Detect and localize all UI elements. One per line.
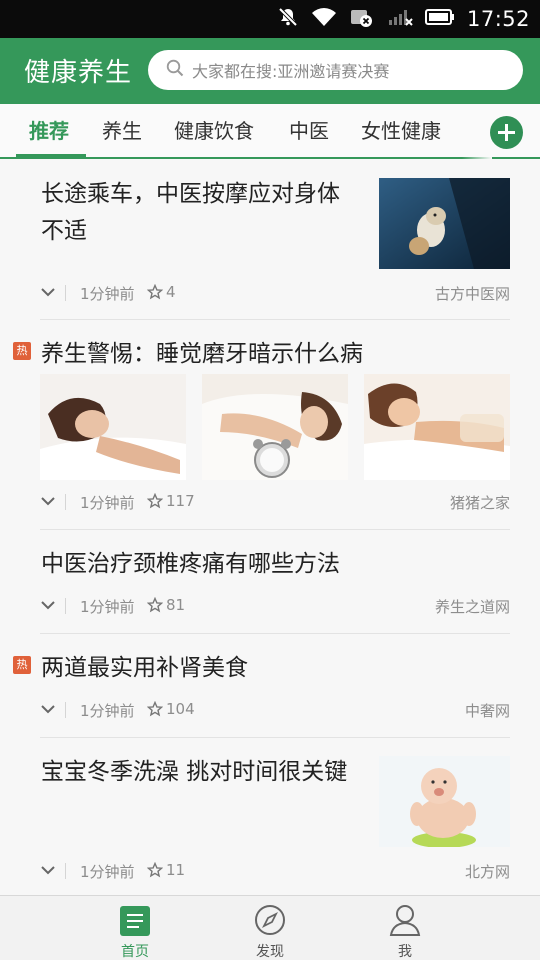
tab-health-care[interactable]: 养生 <box>102 104 142 159</box>
bottom-navigation: 首页 发现 我 <box>0 895 540 960</box>
nav-discover[interactable]: 发现 <box>225 896 315 960</box>
hot-badge: 热 <box>13 656 31 674</box>
publish-time: 1分钟前 <box>80 494 135 512</box>
article-title[interactable]: 养生警惕：睡觉磨牙暗示什么病 <box>41 336 501 373</box>
search-icon <box>166 59 184 81</box>
article-meta: 1分钟前 81 养生之道网 <box>40 595 510 619</box>
publish-time: 1分钟前 <box>80 285 135 303</box>
item-divider <box>40 633 510 634</box>
article-source[interactable]: 北方网 <box>465 861 510 882</box>
publish-time: 1分钟前 <box>80 702 135 720</box>
chevron-down-icon[interactable] <box>40 493 56 513</box>
star-count: 81 <box>166 596 186 614</box>
meta-divider <box>65 863 66 879</box>
search-placeholder: 大家都在搜:亚洲邀请赛决赛 <box>192 62 390 81</box>
article-thumbnail[interactable] <box>40 374 186 480</box>
article-meta: 1分钟前 11 北方网 <box>40 860 510 884</box>
star-count: 117 <box>166 492 195 510</box>
status-time: 17:52 <box>466 7 530 31</box>
nav-me-label: 我 <box>398 944 412 960</box>
app-screen: 17:52 健康养生 大家都在搜:亚洲邀请赛决赛 推荐 养生 健康饮食 中医 女… <box>0 0 540 960</box>
star-icon <box>146 700 164 721</box>
add-channel-button[interactable] <box>490 116 523 149</box>
nav-home[interactable]: 首页 <box>90 896 180 960</box>
category-tabs: 推荐 养生 健康饮食 中医 女性健康 <box>0 104 540 159</box>
article-source[interactable]: 中奢网 <box>465 700 510 721</box>
chevron-down-icon[interactable] <box>40 284 56 304</box>
article-title[interactable]: 两道最实用补肾美食 <box>41 650 501 687</box>
compass-icon <box>254 904 286 940</box>
home-list-icon <box>119 905 151 941</box>
meta-divider <box>65 494 66 510</box>
star-icon <box>146 596 164 617</box>
article-thumbnail[interactable] <box>202 374 348 480</box>
tab-healthy-diet[interactable]: 健康饮食 <box>174 104 254 159</box>
app-header: 健康养生 大家都在搜:亚洲邀请赛决赛 <box>0 38 540 104</box>
article-thumbnail[interactable] <box>379 178 510 269</box>
chevron-down-icon[interactable] <box>40 597 56 617</box>
article-title[interactable]: 宝宝冬季洗澡 挑对时间很关键 <box>41 754 361 791</box>
active-tab-indicator <box>16 154 86 157</box>
star-icon <box>146 492 164 513</box>
tab-recommend[interactable]: 推荐 <box>29 104 69 159</box>
battery-icon <box>424 7 455 31</box>
publish-time: 1分钟前 <box>80 598 135 616</box>
signal-icon <box>387 6 413 32</box>
meta-divider <box>65 285 66 301</box>
star-count: 104 <box>166 700 195 718</box>
app-title: 健康养生 <box>24 58 133 88</box>
mute-icon <box>277 6 299 32</box>
meta-divider <box>65 702 66 718</box>
tabs-overflow-fade <box>462 104 492 159</box>
article-meta: 1分钟前 4 古方中医网 <box>40 282 510 306</box>
chevron-down-icon[interactable] <box>40 862 56 882</box>
article-thumbnail[interactable] <box>379 756 510 847</box>
article-title[interactable]: 长途乘车，中医按摩应对身体不适 <box>41 176 361 250</box>
item-divider <box>40 737 510 738</box>
meta-divider <box>65 598 66 614</box>
star-icon <box>146 861 164 882</box>
nav-me[interactable]: 我 <box>360 896 450 960</box>
star-icon <box>146 283 164 304</box>
article-thumbnail[interactable] <box>364 374 510 480</box>
article-source[interactable]: 古方中医网 <box>435 283 510 304</box>
item-divider <box>40 529 510 530</box>
article-meta: 1分钟前 117 猪猪之家 <box>40 491 510 515</box>
nav-discover-label: 发现 <box>256 944 284 960</box>
star-count: 4 <box>166 283 176 301</box>
search-input[interactable]: 大家都在搜:亚洲邀请赛决赛 <box>148 50 523 90</box>
wifi-icon <box>311 6 337 32</box>
sim-icon <box>349 6 375 32</box>
user-icon <box>389 903 421 941</box>
article-meta: 1分钟前 104 中奢网 <box>40 699 510 723</box>
hot-badge: 热 <box>13 342 31 360</box>
item-divider <box>40 319 510 320</box>
tab-womens-health[interactable]: 女性健康 <box>361 104 441 159</box>
status-bar: 17:52 <box>0 0 540 38</box>
publish-time: 1分钟前 <box>80 863 135 881</box>
article-source[interactable]: 猪猪之家 <box>450 492 510 513</box>
nav-home-label: 首页 <box>121 944 149 960</box>
chevron-down-icon[interactable] <box>40 701 56 721</box>
star-count: 11 <box>166 861 186 879</box>
article-title[interactable]: 中医治疗颈椎疼痛有哪些方法 <box>41 546 501 583</box>
tab-chinese-medicine[interactable]: 中医 <box>289 104 329 159</box>
article-source[interactable]: 养生之道网 <box>435 596 510 617</box>
